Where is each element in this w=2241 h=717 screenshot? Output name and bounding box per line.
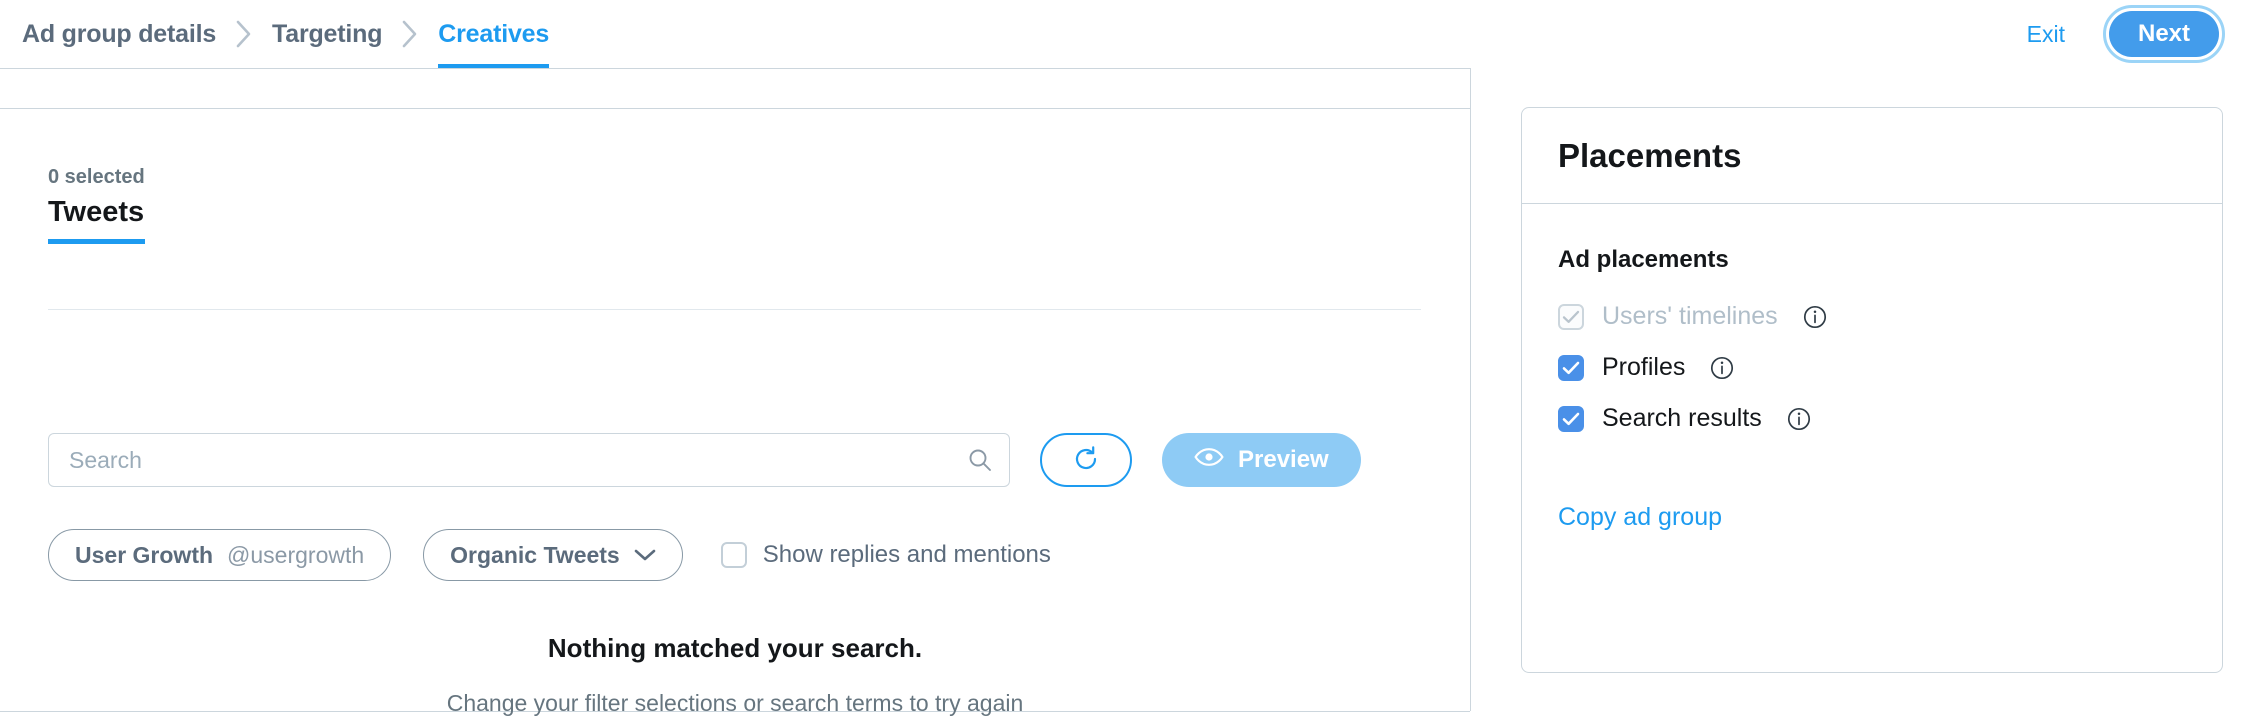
eye-icon [1194,446,1224,475]
empty-state-title: Nothing matched your search. [0,633,1470,664]
breadcrumb-label: Targeting [272,0,382,68]
info-icon[interactable] [1802,304,1828,330]
placement-label: Profiles [1602,353,1685,382]
ad-placements-subtitle: Ad placements [1558,246,2186,274]
placements-panel-body: Ad placements Users' timelines Profiles [1522,204,2222,532]
tab-tweets[interactable]: 0 selected Tweets [48,163,145,244]
placement-row-search-results[interactable]: Search results [1558,404,2186,433]
chip-tweet-type-filter[interactable]: Organic Tweets [423,529,683,581]
page-content: 0 selected Tweets [0,68,2241,711]
placements-panel: Placements Ad placements Users' timeline… [1521,107,2223,673]
empty-state: Nothing matched your search. Change your… [0,633,1470,717]
placement-row-profiles[interactable]: Profiles [1558,353,2186,382]
chevron-down-icon [634,548,656,562]
filter-chips: User Growth @usergrowth Organic Tweets S… [48,529,1051,581]
breadcrumb-label: Ad group details [22,0,216,68]
tab-label: Tweets [48,195,144,229]
placement-label: Search results [1602,404,1762,433]
chip-handle: @usergrowth [227,542,364,569]
panel-body: 0 selected Tweets [0,109,1470,712]
show-replies-label: Show replies and mentions [763,541,1051,569]
empty-state-subtitle: Change your filter selections or search … [0,690,1470,717]
chevron-right-icon [382,0,438,68]
breadcrumb: Ad group details Targeting Creatives [22,0,549,68]
breadcrumb-item-targeting[interactable]: Targeting [272,0,382,68]
chip-name: Organic Tweets [450,542,620,569]
placement-row-users-timelines[interactable]: Users' timelines [1558,302,2186,331]
panel-top-strip [0,69,1470,109]
refresh-button[interactable] [1040,433,1132,487]
tabs: 0 selected Tweets [48,163,145,244]
placement-label: Users' timelines [1602,302,1778,331]
copy-ad-group-link[interactable]: Copy ad group [1558,503,1722,532]
tabs-divider [48,309,1421,310]
tab-selected-count: 0 selected [48,163,145,191]
header-actions: Exit Next [2027,0,2241,68]
chip-name: User Growth [75,542,213,569]
info-icon[interactable] [1709,355,1735,381]
top-navigation-bar: Ad group details Targeting Creatives Exi… [0,0,2241,68]
breadcrumb-item-creatives[interactable]: Creatives [438,0,549,68]
profiles-checkbox[interactable] [1558,355,1584,381]
exit-button[interactable]: Exit [2027,21,2065,48]
preview-button[interactable]: Preview [1162,433,1361,487]
search-results-checkbox[interactable] [1558,406,1584,432]
refresh-icon [1072,445,1100,476]
show-replies-checkbox[interactable] [721,542,747,568]
next-button[interactable]: Next [2109,11,2219,57]
info-icon[interactable] [1786,406,1812,432]
chevron-right-icon [216,0,272,68]
search-box[interactable] [48,433,1010,487]
breadcrumb-label: Creatives [438,0,549,68]
creatives-panel: 0 selected Tweets [0,68,1471,711]
show-replies-checkbox-row[interactable]: Show replies and mentions [721,541,1051,569]
search-input[interactable] [49,434,1009,486]
search-icon[interactable] [967,447,993,473]
next-button-focus-ring: Next [2103,5,2225,63]
placements-title: Placements [1558,137,1741,175]
preview-label: Preview [1238,446,1329,474]
users-timelines-checkbox [1558,304,1584,330]
chip-account-filter[interactable]: User Growth @usergrowth [48,529,391,581]
search-toolbar: Preview [48,433,1361,487]
placements-panel-header: Placements [1522,108,2222,204]
breadcrumb-item-ad-group-details[interactable]: Ad group details [22,0,216,68]
